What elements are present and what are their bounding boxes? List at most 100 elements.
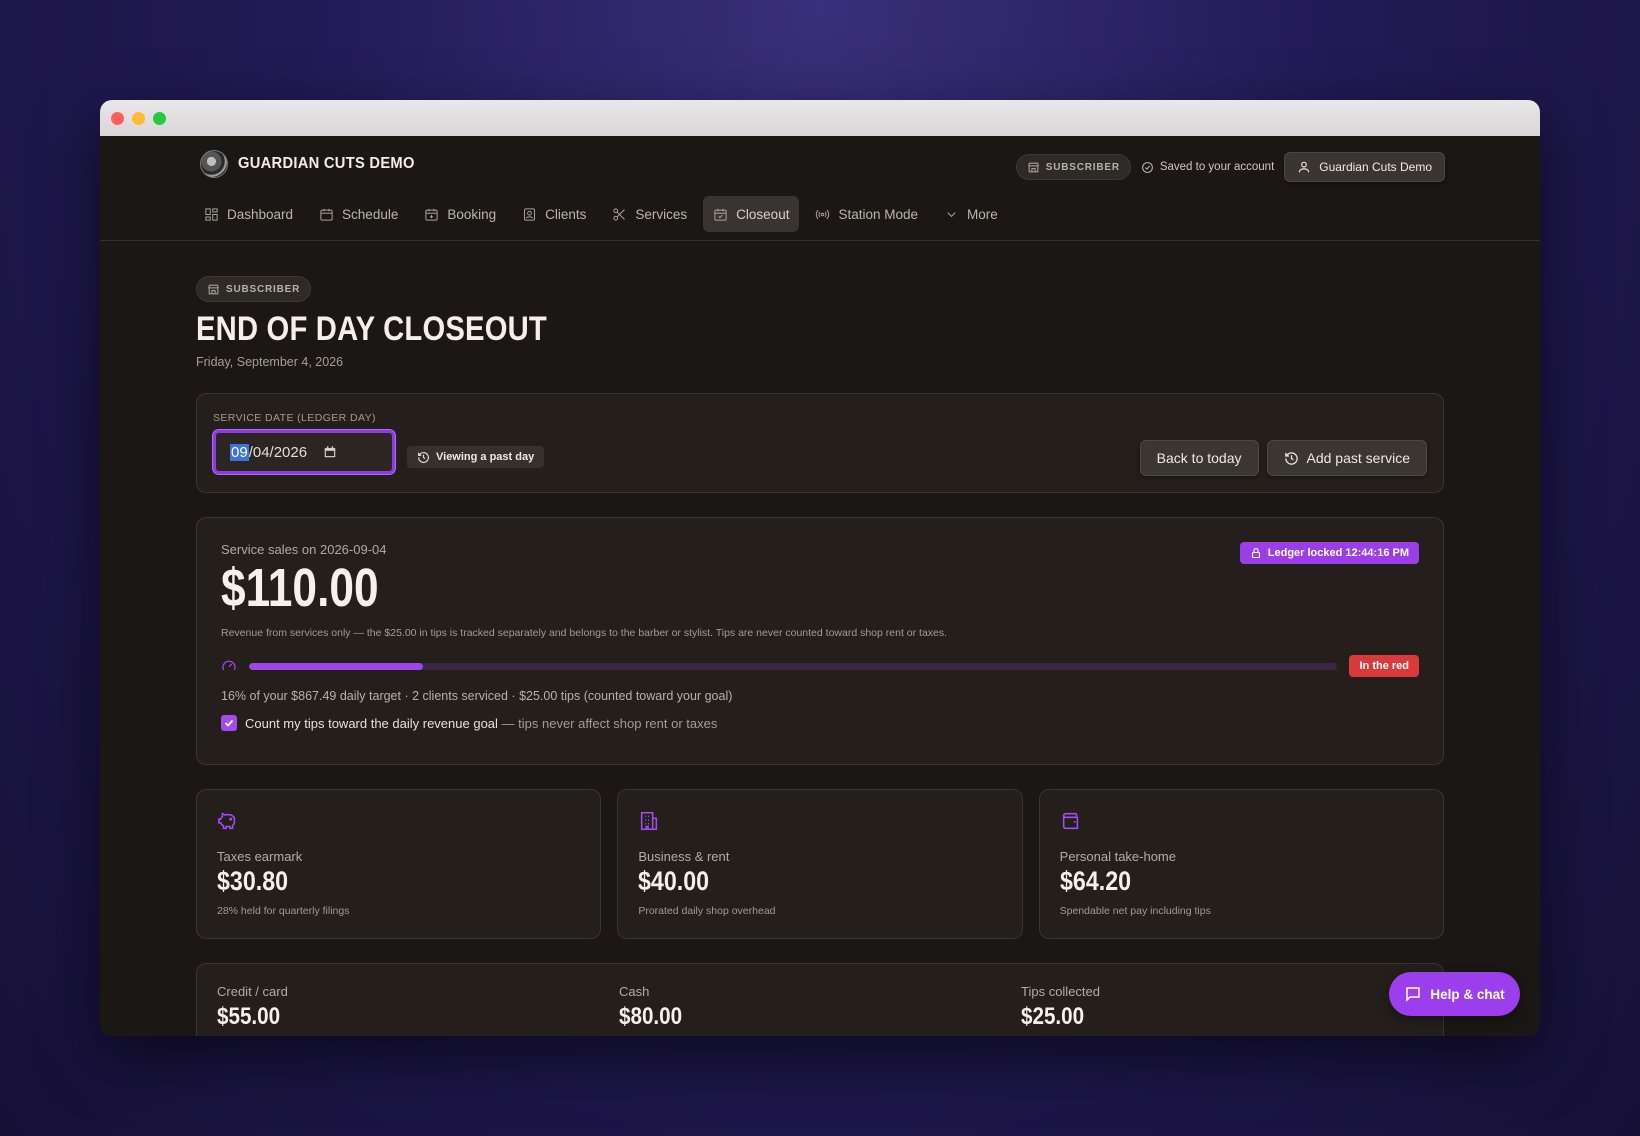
brand-logo bbox=[200, 150, 228, 178]
service-date-input[interactable]: 09/04/2026 bbox=[213, 430, 395, 474]
nav-label: Dashboard bbox=[227, 206, 294, 222]
viewing-past-day-label: Viewing a past day bbox=[436, 451, 535, 463]
ledger-locked-label: Ledger locked 12:44:16 PM bbox=[1267, 547, 1409, 559]
taxes-value: $30.80 bbox=[217, 866, 289, 896]
maximize-window-button[interactable] bbox=[153, 111, 166, 125]
nav-closeout[interactable]: Closeout bbox=[703, 196, 800, 232]
ledger-locked-badge: Ledger locked 12:44:16 PM bbox=[1239, 542, 1419, 564]
main-nav: Dashboard Schedule Booking Clients Servi… bbox=[194, 196, 1008, 232]
count-tips-label: Count my tips toward the daily revenue g… bbox=[245, 716, 717, 731]
tips-collected-value: $25.00 bbox=[1021, 1003, 1085, 1030]
nav-clients[interactable]: Clients bbox=[512, 196, 596, 232]
cash-payments-value: $80.00 bbox=[619, 1003, 683, 1030]
store-icon bbox=[1027, 162, 1039, 172]
add-past-service-label: Add past service bbox=[1306, 450, 1411, 466]
service-sales-card: Service sales on 2026-09-04 $110.00 Ledg… bbox=[196, 517, 1444, 765]
take-home-label: Personal take-home bbox=[1059, 849, 1176, 864]
in-the-red-badge: In the red bbox=[1349, 655, 1419, 677]
brand-name: GUARDIAN CUTS DEMO bbox=[238, 155, 415, 172]
account-area: SUBSCRIBER Saved to your account Guardia… bbox=[1015, 152, 1445, 182]
business-rent-value: $40.00 bbox=[638, 866, 710, 896]
help-chat-label: Help & chat bbox=[1430, 986, 1505, 1002]
nav-services[interactable]: Services bbox=[602, 196, 697, 232]
take-home-sub: Spendable net pay including tips bbox=[1059, 905, 1211, 917]
nav-label: Services bbox=[635, 206, 688, 222]
taxes-sub: 28% held for quarterly filings bbox=[217, 905, 350, 917]
browser-window: GUARDIAN CUTS DEMO SUBSCRIBER Saved to y… bbox=[100, 100, 1540, 1036]
save-status-text: Saved to your account bbox=[1159, 161, 1275, 173]
main-content: SUBSCRIBER END OF DAY CLOSEOUT Friday, S… bbox=[196, 276, 1444, 1036]
goal-progress-row: In the red bbox=[221, 655, 1419, 677]
calendar-check-icon bbox=[714, 208, 727, 221]
count-tips-label-text: Count my tips toward the daily revenue g… bbox=[245, 715, 498, 731]
service-date-label: SERVICE DATE (LEDGER DAY) bbox=[213, 412, 376, 424]
viewing-past-day-badge: Viewing a past day bbox=[407, 446, 545, 468]
window-titlebar bbox=[100, 100, 1540, 136]
dashboard-icon bbox=[205, 207, 218, 221]
calendar-icon bbox=[320, 208, 333, 221]
building-icon bbox=[638, 810, 1001, 837]
checkmark-icon bbox=[224, 719, 234, 727]
subscriber-badge-label: SUBSCRIBER bbox=[1045, 161, 1120, 173]
goal-progress-bar bbox=[249, 662, 1338, 670]
business-rent-sub: Prorated daily shop overhead bbox=[638, 905, 776, 917]
tips-collected: Tips collected $25.00 bbox=[1021, 984, 1423, 1036]
nav-dashboard[interactable]: Dashboard bbox=[194, 196, 303, 232]
service-date-card: SERVICE DATE (LEDGER DAY) 09/04/2026 Vie… bbox=[196, 393, 1444, 493]
nav-label: Schedule bbox=[342, 206, 399, 222]
card-payments: Credit / card $55.00 bbox=[217, 984, 619, 1036]
date-rest-segment[interactable]: /04/2026 bbox=[249, 444, 307, 461]
page-date: Friday, September 4, 2026 bbox=[196, 355, 344, 369]
nav-label: Station Mode bbox=[838, 206, 919, 222]
brand[interactable]: GUARDIAN CUTS DEMO bbox=[200, 150, 430, 178]
service-date-value: 09/04/2026 bbox=[230, 443, 307, 461]
help-chat-button[interactable]: Help & chat bbox=[1389, 972, 1520, 1016]
nav-booking[interactable]: Booking bbox=[414, 196, 506, 232]
count-tips-note: — tips never affect shop rent or taxes bbox=[497, 715, 718, 731]
back-to-today-button[interactable]: Back to today bbox=[1139, 440, 1259, 476]
user-name: Guardian Cuts Demo bbox=[1319, 160, 1432, 174]
nav-schedule[interactable]: Schedule bbox=[309, 196, 408, 232]
nav-label: More bbox=[967, 206, 998, 222]
calendar-icon[interactable] bbox=[323, 445, 337, 459]
check-circle-icon bbox=[1141, 161, 1153, 173]
sales-amount: $110.00 bbox=[221, 558, 379, 618]
page-subscriber-badge: SUBSCRIBER bbox=[196, 276, 312, 302]
user-icon bbox=[1299, 161, 1310, 173]
radio-icon bbox=[816, 209, 830, 219]
nav-station-mode[interactable]: Station Mode bbox=[805, 196, 928, 232]
save-status: Saved to your account bbox=[1141, 161, 1274, 174]
date-actions: Back to today Add past service bbox=[1139, 440, 1427, 476]
history-icon bbox=[418, 451, 429, 463]
count-tips-checkbox[interactable] bbox=[221, 715, 237, 731]
minimize-window-button[interactable] bbox=[132, 111, 145, 125]
page-badge-label: SUBSCRIBER bbox=[226, 283, 301, 295]
store-icon bbox=[208, 284, 219, 294]
business-rent-label: Business & rent bbox=[638, 849, 730, 864]
goal-progress-text: 16% of your $867.49 daily target · 2 cli… bbox=[221, 689, 733, 703]
gauge-icon bbox=[222, 660, 236, 671]
calendar-plus-icon bbox=[425, 208, 438, 221]
add-past-service-button[interactable]: Add past service bbox=[1266, 440, 1427, 476]
allocation-tiles: Taxes earmark $30.80 28% held for quarte… bbox=[196, 789, 1444, 939]
count-tips-toggle[interactable]: Count my tips toward the daily revenue g… bbox=[221, 715, 1419, 731]
user-menu-button[interactable]: Guardian Cuts Demo bbox=[1284, 152, 1445, 182]
nav-label: Booking bbox=[447, 206, 497, 222]
nav-more[interactable]: More bbox=[934, 196, 1008, 232]
wallet-icon bbox=[1060, 810, 1423, 837]
taxes-tile: Taxes earmark $30.80 28% held for quarte… bbox=[196, 789, 602, 939]
tips-collected-label: Tips collected bbox=[1021, 984, 1100, 999]
chat-icon bbox=[1406, 987, 1421, 1002]
business-rent-tile: Business & rent $40.00 Prorated daily sh… bbox=[617, 789, 1023, 939]
payments-card: Credit / card $55.00 Cash $80.00 Tips co… bbox=[196, 963, 1444, 1036]
page-title: END OF DAY CLOSEOUT bbox=[196, 310, 547, 348]
goal-progress-fill bbox=[249, 662, 424, 670]
lock-icon bbox=[1251, 547, 1260, 559]
subscriber-badge: SUBSCRIBER bbox=[1015, 154, 1131, 180]
top-navigation: GUARDIAN CUTS DEMO SUBSCRIBER Saved to y… bbox=[100, 136, 1540, 241]
piggy-bank-icon bbox=[217, 810, 580, 837]
date-month-segment[interactable]: 09 bbox=[230, 443, 249, 461]
card-payments-label: Credit / card bbox=[217, 984, 288, 999]
close-window-button[interactable] bbox=[111, 111, 124, 125]
chevron-down-icon bbox=[947, 211, 956, 217]
